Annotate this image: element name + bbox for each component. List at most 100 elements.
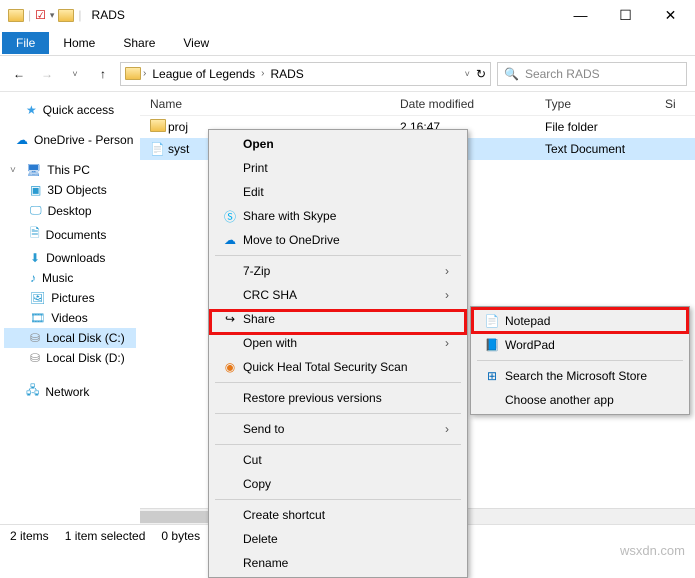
network-icon: 🖧 — [26, 381, 39, 402]
skype-icon: Ⓢ — [219, 208, 241, 225]
nav-label: 3D Objects — [47, 183, 106, 197]
cloud-icon: ☁ — [219, 233, 241, 247]
separator — [215, 255, 461, 256]
shield-icon: ◉ — [219, 360, 241, 374]
back-button[interactable]: ← — [8, 63, 30, 85]
minimize-button[interactable]: — — [558, 1, 603, 29]
nav-local-disk-d[interactable]: ⛁ Local Disk (D:) — [4, 348, 136, 368]
qat-dropdown-icon[interactable]: ▾ — [50, 10, 55, 21]
ctx-cut[interactable]: Cut — [211, 448, 465, 472]
nav-label: Network — [45, 385, 89, 399]
chevron-right-icon: › — [445, 422, 457, 436]
col-date[interactable]: Date modified — [400, 97, 545, 111]
ctx-restore[interactable]: Restore previous versions — [211, 386, 465, 410]
ctx-7zip[interactable]: 7-Zip› — [211, 259, 465, 283]
ctx-copy[interactable]: Copy — [211, 472, 465, 496]
drive-icon: ⛁ — [30, 331, 40, 345]
cube-icon: ▣ — [30, 183, 41, 197]
nav-label: Documents — [46, 228, 107, 242]
ctx-open[interactable]: Open — [211, 132, 465, 156]
chevron-right-icon: › — [261, 68, 264, 79]
sub-another[interactable]: Choose another app — [473, 388, 687, 412]
address-bar[interactable]: › League of Legends › RADS ˅ ↻ — [120, 62, 491, 86]
store-icon: ⊞ — [481, 369, 503, 383]
crumb-rads[interactable]: RADS — [266, 67, 307, 81]
notepad-icon: 📄 — [481, 314, 503, 328]
tab-view[interactable]: View — [169, 32, 223, 54]
tab-share[interactable]: Share — [109, 32, 169, 54]
nav-label: Pictures — [51, 291, 94, 305]
col-type[interactable]: Type — [545, 97, 665, 111]
up-button[interactable]: ↑ — [92, 63, 114, 85]
col-size[interactable]: Si — [665, 97, 695, 111]
forward-button[interactable]: → — [36, 63, 58, 85]
nav-pictures[interactable]: 🖼Pictures — [4, 288, 136, 308]
crumb-league[interactable]: League of Legends — [148, 67, 259, 81]
titlebar: | ☑ ▾ | RADS — ☐ ✕ — [0, 0, 695, 30]
maximize-button[interactable]: ☐ — [603, 1, 648, 29]
nav-local-disk-c[interactable]: ⛁Local Disk (C:) — [4, 328, 136, 348]
nav-onedrive[interactable]: ☁OneDrive - Person — [4, 130, 136, 150]
nav-music[interactable]: ♪Music — [4, 268, 136, 288]
qat-sep: | — [28, 8, 31, 22]
chevron-right-icon: › — [445, 288, 457, 302]
ctx-quickheal[interactable]: ◉Quick Heal Total Security Scan — [211, 355, 465, 379]
nav-3d-objects[interactable]: ▣ 3D Objects — [4, 180, 136, 200]
star-icon: ★ — [26, 103, 37, 117]
nav-downloads[interactable]: ⬇Downloads — [4, 248, 136, 268]
ribbon-tabs: File Home Share View — [0, 30, 695, 56]
nav-desktop[interactable]: 🖵 Desktop — [4, 200, 136, 221]
ctx-crc-sha[interactable]: CRC SHA› — [211, 283, 465, 307]
open-with-submenu: 📄Notepad 📘WordPad ⊞Search the Microsoft … — [470, 306, 690, 415]
separator — [215, 444, 461, 445]
separator — [215, 499, 461, 500]
pc-icon: 🖥 — [26, 163, 41, 177]
ctx-edit[interactable]: Edit — [211, 180, 465, 204]
nav-videos[interactable]: 🎞Videos — [4, 308, 136, 328]
share-icon: ↪ — [219, 312, 241, 326]
recent-dropdown-icon[interactable]: ˅ — [64, 63, 86, 85]
sub-notepad[interactable]: 📄Notepad — [473, 309, 687, 333]
separator — [215, 382, 461, 383]
separator — [215, 413, 461, 414]
nav-label: Desktop — [48, 204, 92, 218]
nav-label: This PC — [47, 163, 90, 177]
status-items: 2 items — [10, 529, 49, 543]
ctx-print[interactable]: Print — [211, 156, 465, 180]
drive-icon: ⛁ — [30, 351, 40, 365]
desktop-icon: 🖵 — [30, 203, 42, 218]
nav-pane: ★Quick access ☁OneDrive - Person ˅🖥This … — [0, 92, 140, 524]
col-name[interactable]: Name — [150, 97, 400, 111]
nav-this-pc[interactable]: ˅🖥This PC — [4, 160, 136, 180]
ctx-share[interactable]: ↪Share — [211, 307, 465, 331]
file-type: File folder — [545, 120, 665, 134]
nav-documents[interactable]: 🗎 Documents — [4, 221, 136, 248]
cloud-icon: ☁ — [16, 133, 28, 147]
ctx-send-to[interactable]: Send to› — [211, 417, 465, 441]
navbar: ← → ˅ ↑ › League of Legends › RADS ˅ ↻ 🔍… — [0, 56, 695, 92]
search-input[interactable]: 🔍 Search RADS — [497, 62, 687, 86]
tab-home[interactable]: Home — [49, 32, 109, 54]
sub-wordpad[interactable]: 📘WordPad — [473, 333, 687, 357]
search-icon: 🔍 — [504, 67, 519, 81]
ctx-skype[interactable]: ⓈShare with Skype — [211, 204, 465, 228]
documents-icon: 🗎 — [30, 224, 40, 245]
sub-store[interactable]: ⊞Search the Microsoft Store — [473, 364, 687, 388]
column-headers: Name Date modified Type Si — [140, 92, 695, 116]
chevron-right-icon: › — [143, 68, 146, 79]
refresh-button[interactable]: ↻ — [476, 67, 486, 81]
nav-quick-access[interactable]: ★Quick access — [4, 100, 136, 120]
tab-file[interactable]: File — [2, 32, 49, 54]
ctx-rename[interactable]: Rename — [211, 551, 465, 575]
status-selected: 1 item selected — [65, 529, 146, 543]
nav-network[interactable]: 🖧 Network — [4, 378, 136, 405]
nav-label: Music — [42, 271, 73, 285]
address-dropdown-icon[interactable]: ˅ — [465, 69, 470, 79]
close-button[interactable]: ✕ — [648, 1, 693, 29]
checkbox-icon[interactable]: ☑ — [35, 8, 46, 22]
ctx-onedrive[interactable]: ☁Move to OneDrive — [211, 228, 465, 252]
ctx-shortcut[interactable]: Create shortcut — [211, 503, 465, 527]
nav-label: Local Disk (D:) — [46, 351, 125, 365]
ctx-delete[interactable]: Delete — [211, 527, 465, 551]
ctx-open-with[interactable]: Open with› — [211, 331, 465, 355]
